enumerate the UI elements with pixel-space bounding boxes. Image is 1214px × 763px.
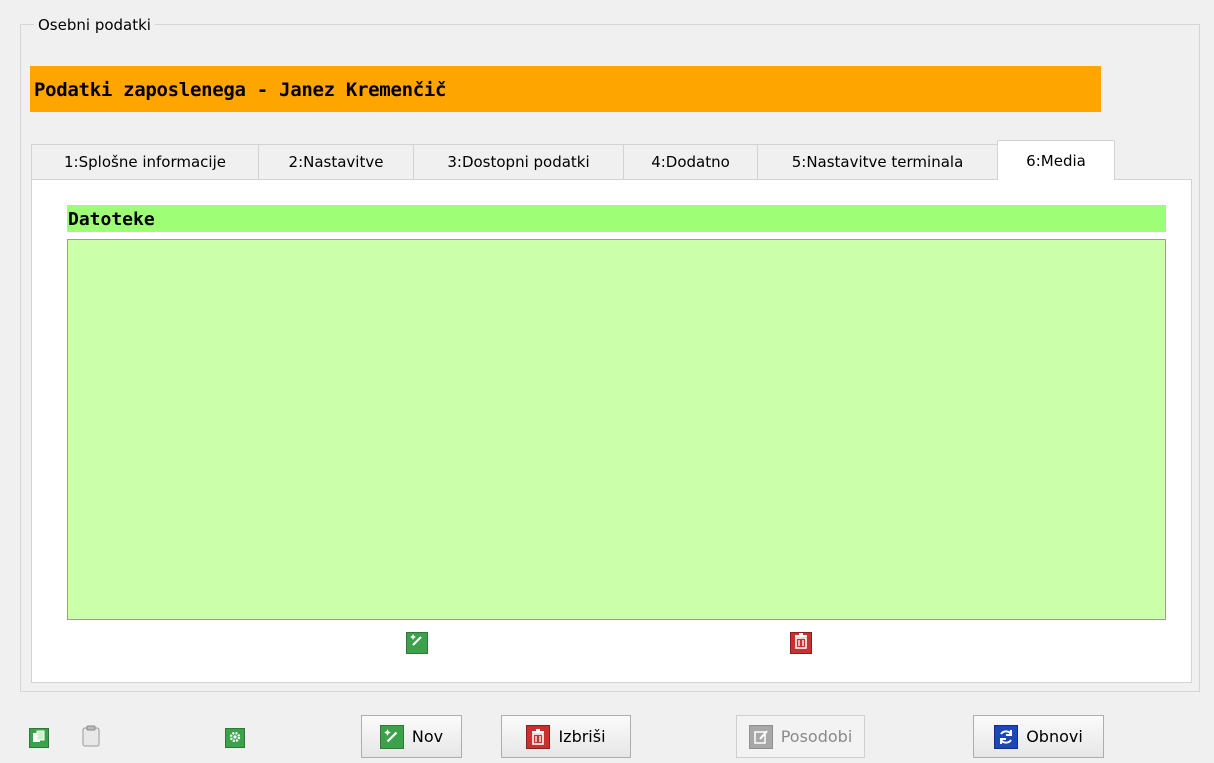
tab-additional[interactable]: 4:Dodatno: [623, 144, 758, 179]
refresh-button-label: Obnovi: [1026, 727, 1083, 746]
add-file-button[interactable]: [406, 632, 428, 654]
magic-wand-icon: [409, 633, 425, 653]
clipboard-icon: [81, 725, 101, 751]
tab-settings[interactable]: 2:Nastavitve: [258, 144, 414, 179]
tab-access-data[interactable]: 3:Dostopni podatki: [413, 144, 624, 179]
copy-icon: [32, 729, 46, 748]
update-button-label: Posodobi: [780, 727, 853, 746]
delete-button-label: Izbriši: [558, 727, 606, 746]
settings-button[interactable]: [225, 728, 245, 748]
copy-button[interactable]: [29, 728, 49, 748]
refresh-button[interactable]: Obnovi: [973, 715, 1104, 758]
groupbox-legend: Osebni podatki: [34, 16, 155, 34]
employee-header-title: Podatki zaposlenega - Janez Kremenčič: [34, 79, 447, 101]
files-section-bar: [67, 205, 1166, 232]
delete-button[interactable]: Izbriši: [501, 715, 631, 758]
refresh-icon: [994, 724, 1019, 749]
files-list[interactable]: [67, 239, 1166, 620]
trash-icon: [526, 724, 551, 749]
files-section-title: Datoteke: [68, 209, 155, 230]
tab-general-info[interactable]: 1:Splošne informacije: [31, 144, 259, 179]
new-button-label: Nov: [411, 727, 444, 746]
tab-media[interactable]: 6:Media: [997, 140, 1115, 180]
gear-icon: [228, 729, 242, 748]
update-button[interactable]: Posodobi: [736, 715, 865, 758]
delete-file-button[interactable]: [790, 632, 812, 654]
edit-icon: [748, 724, 773, 749]
new-button[interactable]: Nov: [361, 715, 462, 758]
trash-icon: [794, 633, 808, 653]
tab-terminal-settings[interactable]: 5:Nastavitve terminala: [757, 144, 998, 179]
paste-button[interactable]: [80, 725, 102, 751]
magic-wand-icon: [379, 724, 404, 749]
